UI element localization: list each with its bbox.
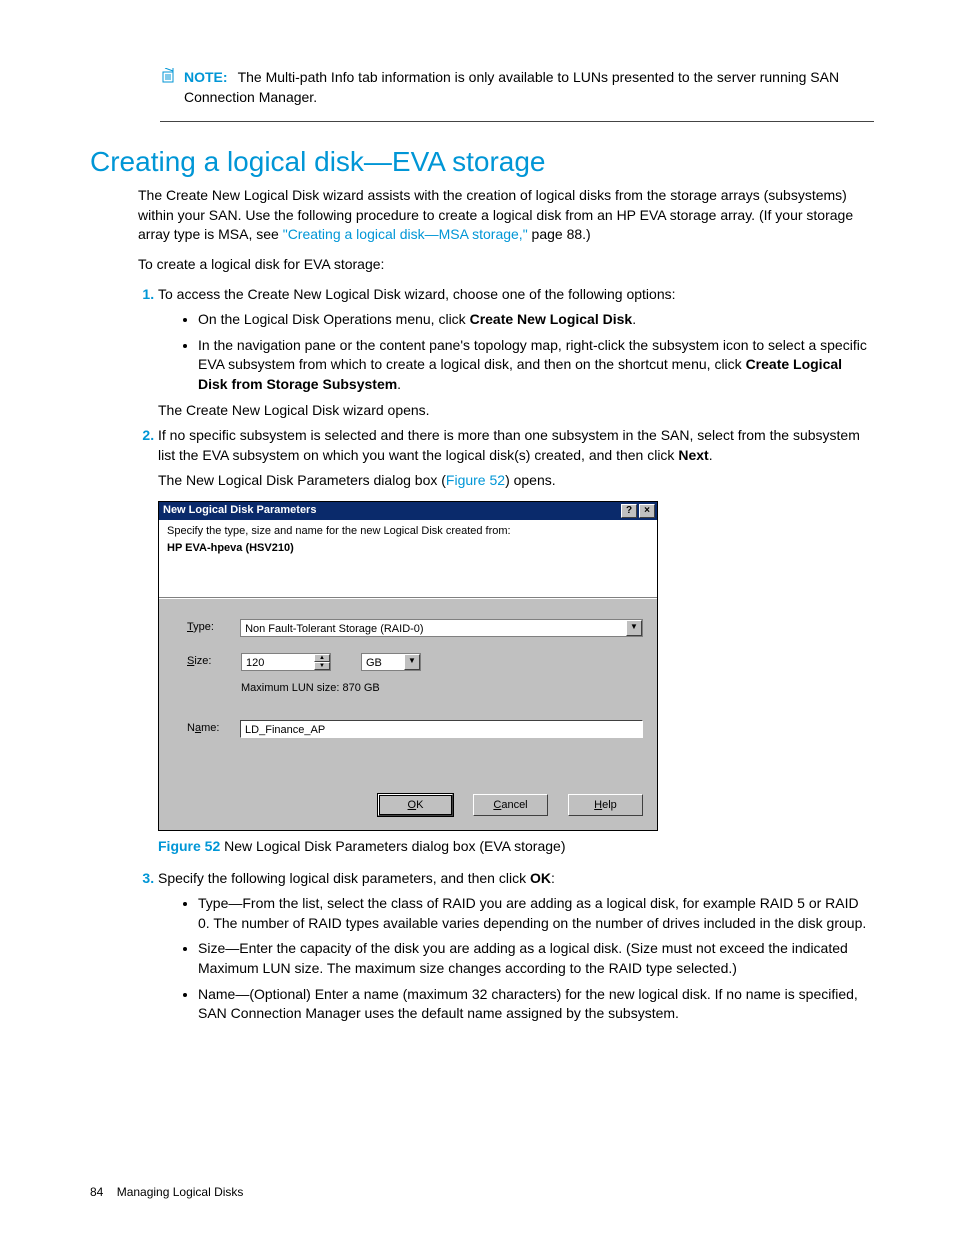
new-logical-disk-dialog: New Logical Disk Parameters ? × Specify … (158, 501, 658, 831)
figure-ref-link[interactable]: Figure 52 (446, 472, 505, 488)
unit-combo[interactable]: GB ▼ (361, 653, 421, 671)
name-label: Name: (187, 721, 240, 736)
max-lun-text: Maximum LUN size: 870 GB (241, 681, 643, 696)
size-label: Size: (187, 654, 241, 669)
step-1-bullet-1: On the Logical Disk Operations menu, cli… (198, 310, 874, 330)
step-1-bullet-2: In the navigation pane or the content pa… (198, 336, 874, 395)
msa-link[interactable]: "Creating a logical disk—MSA storage," (283, 226, 528, 242)
step-2: If no specific subsystem is selected and… (158, 426, 874, 857)
close-titlebar-button[interactable]: × (639, 504, 655, 518)
step-3-bullet-name: Name—(Optional) Enter a name (maximum 32… (198, 985, 874, 1024)
page-number: 84 (90, 1185, 103, 1199)
cancel-button[interactable]: Cancel (473, 794, 548, 816)
note-text: The Multi-path Info tab information is o… (184, 69, 839, 105)
page-footer: 84 Managing Logical Disks (90, 1185, 243, 1199)
help-button[interactable]: Help (568, 794, 643, 816)
name-input[interactable]: LD_Finance_AP (240, 720, 643, 738)
step-3-bullet-size: Size—Enter the capacity of the disk you … (198, 939, 874, 978)
note-block: NOTE:The Multi-path Info tab information… (160, 68, 874, 122)
figure-caption: Figure 52 New Logical Disk Parameters di… (158, 837, 874, 857)
spin-up-icon[interactable]: ▲ (314, 654, 330, 662)
chapter-name: Managing Logical Disks (117, 1185, 244, 1199)
steps-list: To access the Create New Logical Disk wi… (138, 285, 874, 1024)
type-label: Type: (187, 620, 240, 635)
chevron-down-icon[interactable]: ▼ (404, 654, 420, 670)
type-combo[interactable]: Non Fault-Tolerant Storage (RAID-0) ▼ (240, 619, 643, 637)
help-titlebar-button[interactable]: ? (621, 504, 637, 518)
dialog-instruction: Specify the type, size and name for the … (167, 524, 649, 539)
intro-paragraph: The Create New Logical Disk wizard assis… (138, 186, 874, 245)
ok-button[interactable]: OK (378, 794, 453, 816)
dialog-title: New Logical Disk Parameters (163, 503, 619, 518)
spin-down-icon[interactable]: ▼ (314, 662, 330, 670)
note-label: NOTE: (184, 69, 228, 85)
step-3: Specify the following logical disk param… (158, 869, 874, 1024)
intro-paragraph-2: To create a logical disk for EVA storage… (138, 255, 874, 275)
section-heading: Creating a logical disk—EVA storage (90, 146, 874, 178)
step-1: To access the Create New Logical Disk wi… (158, 285, 874, 421)
step-3-bullet-type: Type—From the list, select the class of … (198, 894, 874, 933)
note-icon (160, 68, 178, 89)
dialog-device: HP EVA-hpeva (HSV210) (167, 541, 649, 556)
chevron-down-icon[interactable]: ▼ (626, 620, 642, 636)
size-spinner[interactable]: 120 ▲ ▼ (241, 653, 331, 671)
